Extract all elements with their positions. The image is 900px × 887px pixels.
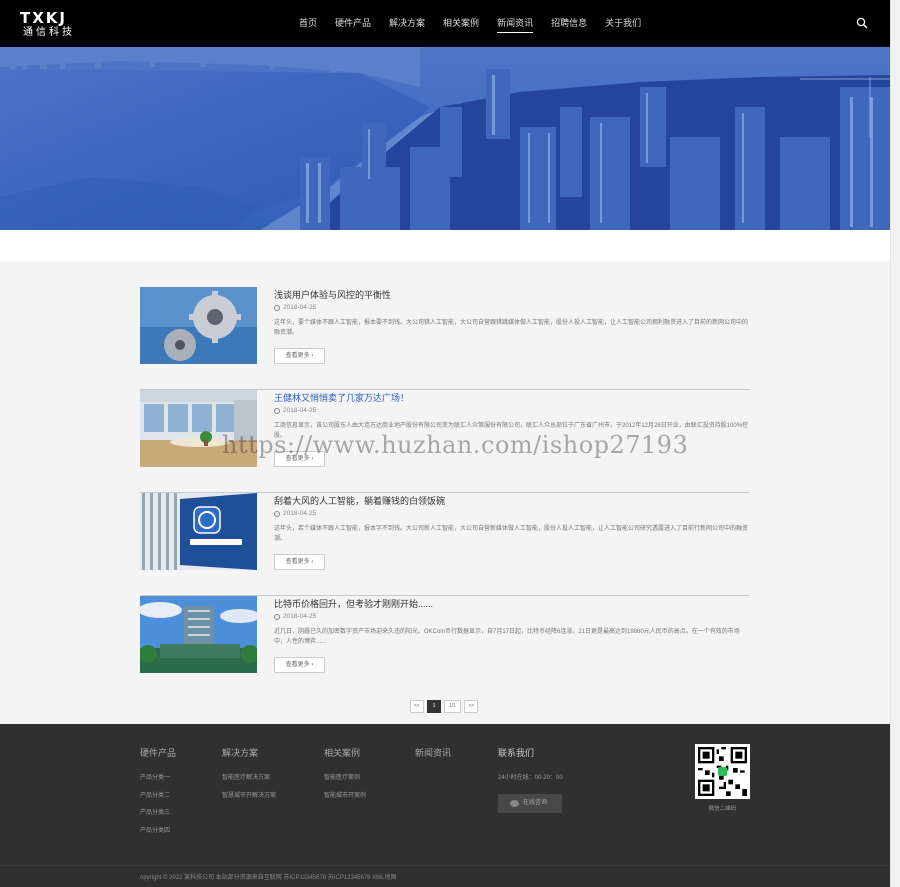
gear-photo [140,287,257,364]
news-date-text: 2018-04-25 [283,407,317,414]
footer-col-title: 硬件产品 [140,748,177,758]
footer-col-hardware: 硬件产品 产品分类一 产品分类二 产品分类三 产品分类四 [140,746,176,840]
consult-label: 在线咨询 [523,799,548,806]
news-title[interactable]: 王健林又悄悄卖了几家万达广场！ [274,391,409,404]
page-scrollbar[interactable] [890,0,900,887]
footer-col-solutions: 解决方案 智能医疗解决方案 智慧城市开解决方案 [222,746,276,805]
news-date: 2018-04-25 [274,407,316,414]
footer-col-title: 相关案例 [324,748,361,758]
search-icon[interactable] [856,17,868,29]
page-count: 1/1 [444,700,461,713]
footer-col-news: 新闻资讯 [415,746,451,770]
city-skyline-image [0,47,890,230]
news-item: 浅谈用户体验与风控的平衡性 2018-04-25 这年头，要个媒体不跟人工智能，… [140,287,750,390]
news-title[interactable]: 刮着大风的人工智能，躺着赚钱的白领饭碗 [274,494,445,507]
news-date-text: 2018-04-25 [283,510,317,517]
prev-page-button[interactable]: << [410,700,424,713]
news-date-text: 2018-04-25 [283,613,317,620]
news-item: 刮着大风的人工智能，躺着赚钱的白领饭碗 2018-04-25 这年头，若个媒体不… [140,493,750,596]
news-list-section: 浅谈用户体验与风控的平衡性 2018-04-25 这年头，要个媒体不跟人工智能，… [0,261,890,724]
qr-code-icon [698,747,747,796]
clock-icon [274,613,280,620]
footer-col-title: 解决方案 [222,748,259,758]
wechat-qr-code [695,744,750,799]
read-more-button[interactable]: 查看更多 › [274,554,325,570]
service-hours: 24小时在线：00-20：00 [498,775,563,781]
pagination: << 1 1/1 >> [410,700,478,713]
footer-link[interactable]: 产品分类四 [140,823,176,841]
news-date: 2018-04-25 [274,304,316,311]
banner-spacer [0,230,890,261]
online-consult-button[interactable]: 在线咨询 [498,793,562,813]
logo-subtitle: 通信科技 [23,27,75,38]
footer-col-cases: 相关案例 智能医疗案例 智能城市开案例 [324,746,366,805]
news-thumbnail[interactable] [140,596,257,673]
news-date: 2018-04-25 [274,510,316,517]
footer-link[interactable]: 智能医疗解决方案 [222,770,276,788]
nav-about[interactable]: 关于我们 [596,0,650,47]
qr-caption: 微信二维码 [708,806,737,812]
news-thumbnail[interactable] [140,287,257,364]
footer-link[interactable]: 产品分类一 [140,770,176,788]
read-more-button[interactable]: 查看更多 › [274,348,325,364]
chat-icon [510,799,519,807]
footer-link[interactable]: 智能城市开案例 [324,788,366,806]
clock-icon [274,304,280,311]
footer-col-contact: 联系我们 24小时在线：00-20：00 在线咨询 [498,746,563,813]
clock-icon [274,407,280,414]
news-banner [0,47,890,230]
footer-col-title: 联系我们 [498,748,535,758]
news-summary: 这年头，要个媒体不跟人工智能，报本要不到钱。大公司猎人工智能，大公司自营跟猎跳媒… [274,320,749,336]
tower-photo [140,596,257,673]
footer-link[interactable]: 产品分类二 [140,788,176,806]
page-1-button[interactable]: 1 [427,700,441,713]
site-footer: 硬件产品 产品分类一 产品分类二 产品分类三 产品分类四 解决方案 智能医疗解决… [0,724,890,887]
watermark-text: https://www.huzhan.com/ishop27193 [222,431,689,459]
nav-news[interactable]: 新闻资讯 [488,0,542,47]
news-item: 比特币价格回升，但考验才刚刚开始...... 2018-04-25 近几日，阴霾… [140,596,750,699]
read-more-button[interactable]: 查看更多 › [274,657,325,673]
news-thumbnail[interactable] [140,493,257,570]
site-logo[interactable]: TXKJ 通信科技 [20,11,75,39]
clock-icon [274,510,280,517]
nav-solutions[interactable]: 解决方案 [380,0,434,47]
footer-link[interactable]: 智能医疗案例 [324,770,366,788]
building-sign-photo [140,493,257,570]
news-date-text: 2018-04-25 [283,304,317,311]
news-summary: 近几日，阴霾已久的加密数字资产市场迎来久违的阳光。OKCoin币行数据显示，自7… [274,629,740,645]
news-date: 2018-04-25 [274,613,316,620]
nav-home[interactable]: 首页 [290,0,326,47]
logo-text: TXKJ [20,9,68,27]
footer-link[interactable]: 智慧城市开解决方案 [222,788,276,806]
next-page-button[interactable]: >> [464,700,478,713]
nav-hardware[interactable]: 硬件产品 [326,0,380,47]
news-title[interactable]: 浅谈用户体验与风控的平衡性 [274,288,391,301]
copyright-text: opyright © 2022 某科技公司 本站部分资源来自互联网 苏ICP12… [140,875,397,881]
nav-jobs[interactable]: 招聘信息 [542,0,596,47]
news-summary: 这年头，若个媒体不跟人工智能，报本字不到钱。大公司新人工智能，大公司自营新媒体做… [274,526,749,542]
footer-divider [0,865,890,866]
nav-cases[interactable]: 相关案例 [434,0,488,47]
news-title[interactable]: 比特币价格回升，但考验才刚刚开始...... [274,597,433,610]
site-header: TXKJ 通信科技 首页 硬件产品 解决方案 相关案例 新闻资讯 招聘信息 关于… [0,0,890,47]
main-nav: 首页 硬件产品 解决方案 相关案例 新闻资讯 招聘信息 关于我们 [290,0,650,47]
footer-link[interactable]: 产品分类三 [140,805,176,823]
footer-col-title[interactable]: 新闻资讯 [415,746,451,759]
